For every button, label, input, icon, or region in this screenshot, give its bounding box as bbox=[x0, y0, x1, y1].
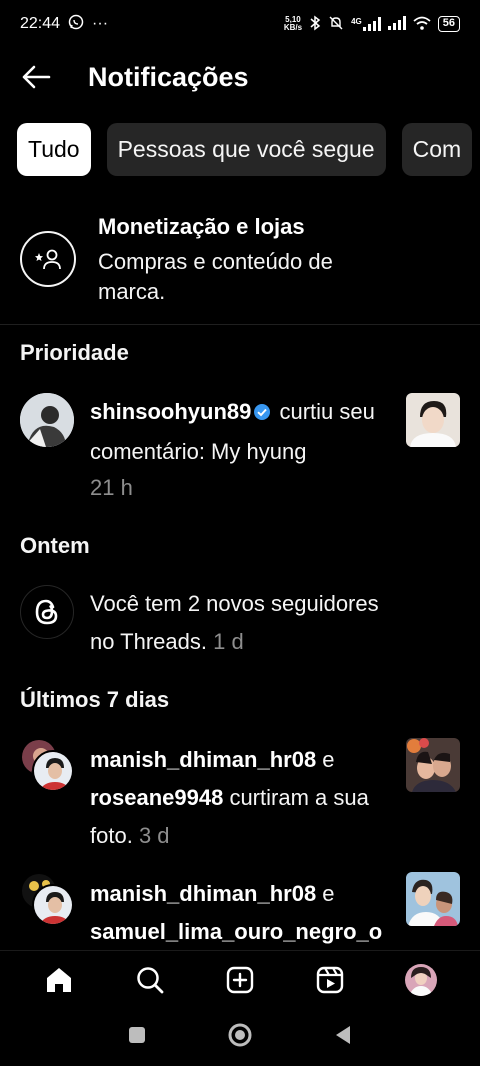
person-star-icon bbox=[20, 231, 76, 287]
post-thumbnail[interactable] bbox=[406, 393, 460, 447]
post-thumbnail[interactable] bbox=[406, 872, 460, 926]
notification-item[interactable]: shinsoohyun89 curtiu seu comentário: My … bbox=[0, 390, 480, 500]
notification-time: 21 h bbox=[90, 475, 133, 500]
avatar[interactable] bbox=[32, 884, 74, 926]
monetization-row[interactable]: Monetização e lojas Compras e conteúdo d… bbox=[0, 205, 480, 325]
username[interactable]: roseane9948 bbox=[90, 785, 223, 810]
notification-time: 3 d bbox=[138, 823, 170, 848]
bluetooth-icon bbox=[309, 15, 321, 34]
notification-text: Você tem 2 novos seguidores no Threads. … bbox=[90, 585, 390, 661]
promo-subtitle: Compras e conteúdo de marca. bbox=[98, 249, 333, 304]
header: Notificações bbox=[0, 52, 480, 102]
chip-people-you-follow[interactable]: Pessoas que você segue bbox=[106, 123, 386, 176]
system-nav bbox=[0, 1008, 480, 1066]
mute-icon bbox=[328, 15, 344, 34]
threads-logo-icon bbox=[20, 585, 74, 639]
promo-title: Monetização e lojas bbox=[98, 214, 305, 239]
plus-square-icon[interactable] bbox=[220, 960, 260, 1000]
section-yesterday: Ontem bbox=[20, 533, 90, 558]
back-button-icon[interactable] bbox=[333, 1024, 353, 1051]
chip-comments[interactable]: Com bbox=[401, 123, 473, 176]
username[interactable]: manish_dhiman_hr08 bbox=[90, 881, 316, 906]
profile-avatar[interactable] bbox=[401, 960, 441, 1000]
bottom-nav bbox=[0, 950, 480, 1008]
username[interactable]: shinsoohyun89 bbox=[90, 399, 251, 424]
signal-icon: 4G bbox=[351, 17, 381, 31]
notification-item[interactable]: Você tem 2 novos seguidores no Threads. … bbox=[0, 585, 480, 660]
signal-icon-2 bbox=[387, 15, 406, 33]
notification-time: 1 d bbox=[213, 629, 244, 654]
whatsapp-icon bbox=[68, 14, 84, 35]
more-notifications-icon: ··· bbox=[92, 15, 109, 32]
username[interactable]: samuel_lima_ouro_negro_o bbox=[90, 919, 382, 944]
status-bar: 22:44 ··· 5,10 KB/s 4G 56 bbox=[0, 0, 480, 48]
chip-all[interactable]: Tudo bbox=[17, 123, 91, 176]
home-icon[interactable] bbox=[39, 960, 79, 1000]
wifi-icon bbox=[413, 16, 431, 33]
search-icon[interactable] bbox=[130, 960, 170, 1000]
home-button-icon[interactable] bbox=[227, 1022, 253, 1053]
section-last-7-days: Últimos 7 dias bbox=[20, 687, 170, 712]
notification-text: manish_dhiman_hr08 e roseane9948 curtira… bbox=[90, 747, 369, 848]
recent-apps-icon[interactable] bbox=[127, 1025, 147, 1050]
notification-item[interactable]: manish_dhiman_hr08 e roseane9948 curtira… bbox=[0, 738, 480, 853]
arrow-left-icon[interactable] bbox=[16, 57, 56, 97]
page-title: Notificações bbox=[88, 61, 249, 92]
avatar[interactable] bbox=[20, 393, 74, 447]
avatar[interactable] bbox=[32, 750, 74, 792]
notification-text: shinsoohyun89 curtiu seu comentário: My … bbox=[90, 393, 390, 471]
username[interactable]: manish_dhiman_hr08 bbox=[90, 747, 316, 772]
filter-chips: Tudo Pessoas que você segue Com bbox=[17, 123, 473, 176]
notification-item[interactable]: manish_dhiman_hr08 e samuel_lima_ouro_ne… bbox=[0, 872, 480, 952]
battery-indicator: 56 bbox=[437, 16, 460, 32]
post-thumbnail[interactable] bbox=[406, 738, 460, 792]
status-time: 22:44 bbox=[20, 15, 61, 32]
network-speed: 5,10 KB/s bbox=[283, 15, 303, 32]
notification-text: manish_dhiman_hr08 e samuel_lima_ouro_ne… bbox=[90, 881, 383, 944]
verified-badge-icon bbox=[253, 395, 271, 433]
section-priority: Prioridade bbox=[20, 340, 129, 365]
reels-icon[interactable] bbox=[310, 960, 350, 1000]
